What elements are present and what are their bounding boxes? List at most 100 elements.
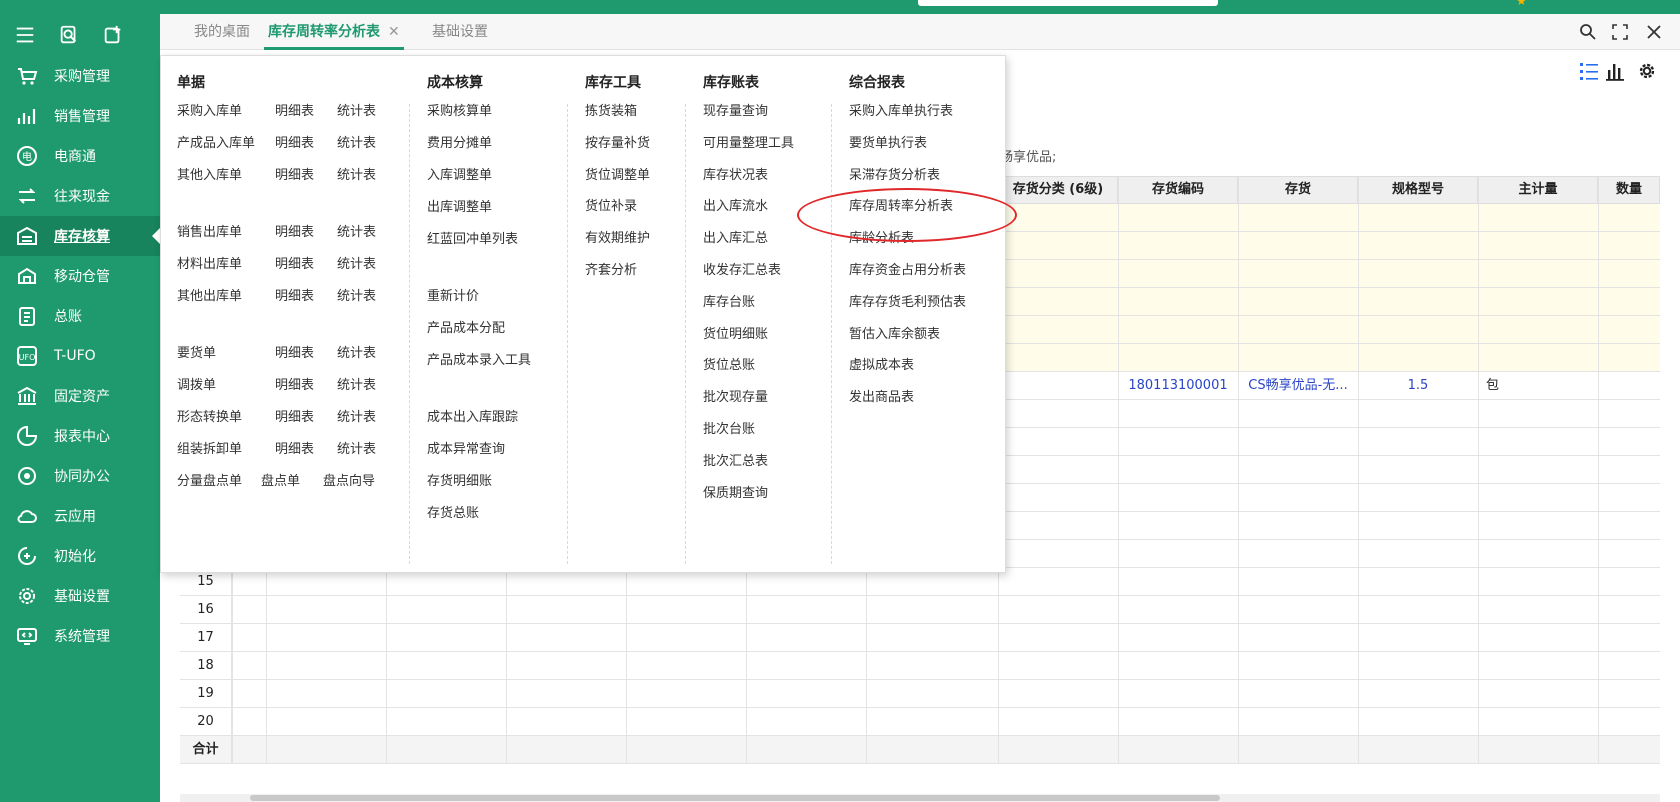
menu-item-bill[interactable]: 材料出库单 <box>177 253 242 272</box>
menu-item-ledger[interactable]: 现存量查询 <box>703 100 768 119</box>
menu-item-ledger[interactable]: 出入库流水 <box>703 195 768 214</box>
table-row[interactable]: 20 <box>180 708 1660 736</box>
col-header-item[interactable]: 存货 <box>1238 176 1358 204</box>
tab-desktop[interactable]: 我的桌面 <box>194 14 250 50</box>
menu-item-tool[interactable]: 按存量补货 <box>585 132 650 151</box>
tab-basic-settings[interactable]: 基础设置 <box>432 14 488 50</box>
menu-item-report[interactable]: 库存资金占用分析表 <box>849 259 966 278</box>
menu-item-ledger[interactable]: 保质期查询 <box>703 482 768 501</box>
close-window-icon[interactable] <box>1644 22 1664 42</box>
menu-item-cost[interactable]: 成本异常查询 <box>427 438 505 457</box>
menu-item-report[interactable]: 库存周转率分析表 <box>849 195 953 214</box>
menu-item-detail[interactable]: 明细表 <box>275 253 314 272</box>
menu-item-cost[interactable]: 红蓝回冲单列表 <box>427 228 518 247</box>
menu-item-report[interactable]: 虚拟成本表 <box>849 354 914 373</box>
menu-item-detail[interactable]: 明细表 <box>275 438 314 457</box>
menu-item-ledger[interactable]: 货位明细账 <box>703 323 768 342</box>
table-row[interactable]: 16 <box>180 596 1660 624</box>
scrollbar-thumb[interactable] <box>250 795 1220 801</box>
menu-item-tool[interactable]: 齐套分析 <box>585 259 637 278</box>
menu-item-stats[interactable]: 统计表 <box>337 100 376 119</box>
sidebar-item-13[interactable]: 基础设置 <box>0 576 160 616</box>
menu-item-stats[interactable]: 统计表 <box>337 406 376 425</box>
cell-item-code[interactable]: 180113100001 <box>1118 372 1238 400</box>
menu-item-ledger[interactable]: 批次汇总表 <box>703 450 768 469</box>
menu-item-report[interactable]: 采购入库单执行表 <box>849 100 953 119</box>
menu-item-bill[interactable]: 分量盘点单 <box>177 470 242 489</box>
menu-item-report[interactable]: 要货单执行表 <box>849 132 927 151</box>
menu-item-stats[interactable]: 统计表 <box>337 438 376 457</box>
close-icon[interactable]: ✕ <box>388 24 400 40</box>
fullscreen-icon[interactable] <box>1610 22 1630 42</box>
menu-item-ledger[interactable]: 库存台账 <box>703 291 755 310</box>
menu-item-detail[interactable]: 明细表 <box>275 285 314 304</box>
search-doc-icon[interactable] <box>58 24 80 46</box>
menu-item-report[interactable]: 呆滞存货分析表 <box>849 164 940 183</box>
star-icon[interactable]: ★ <box>1516 0 1530 8</box>
menu-item-detail[interactable]: 明细表 <box>275 221 314 240</box>
cell-item-unit[interactable]: 包 <box>1486 372 1526 400</box>
menu-item-bill[interactable]: 形态转换单 <box>177 406 242 425</box>
sidebar-item-10[interactable]: 协同办公 <box>0 456 160 496</box>
menu-item-cost[interactable]: 存货总账 <box>427 502 479 521</box>
menu-item-tool[interactable]: 有效期维护 <box>585 227 650 246</box>
menu-item-detail[interactable]: 明细表 <box>275 132 314 151</box>
menu-item-bill[interactable]: 要货单 <box>177 342 216 361</box>
sidebar-item-0[interactable]: 采购管理 <box>0 56 160 96</box>
menu-item-tool[interactable]: 拣货装箱 <box>585 100 637 119</box>
gear-icon[interactable] <box>1636 60 1658 82</box>
sidebar-item-11[interactable]: 云应用 <box>0 496 160 536</box>
search-icon[interactable] <box>1578 22 1598 42</box>
menu-item-ledger[interactable]: 库存状况表 <box>703 164 768 183</box>
menu-item-ledger[interactable]: 出入库汇总 <box>703 227 768 246</box>
menu-item-bill[interactable]: 产成品入库单 <box>177 132 255 151</box>
menu-item-cost[interactable]: 出库调整单 <box>427 196 492 215</box>
menu-item-stats[interactable]: 统计表 <box>337 221 376 240</box>
menu-item-detail[interactable]: 盘点单 <box>261 470 300 489</box>
col-header-unit[interactable]: 主计量 <box>1478 176 1598 204</box>
menu-item-cost[interactable]: 重新计价 <box>427 285 479 304</box>
menu-item-ledger[interactable]: 批次现存量 <box>703 386 768 405</box>
sidebar-item-5[interactable]: 移动仓管 <box>0 256 160 296</box>
menu-item-bill[interactable]: 组装拆卸单 <box>177 438 242 457</box>
menu-item-stats[interactable]: 统计表 <box>337 285 376 304</box>
sidebar-item-14[interactable]: 系统管理 <box>0 616 160 656</box>
sidebar-item-9[interactable]: 报表中心 <box>0 416 160 456</box>
menu-item-ledger[interactable]: 货位总账 <box>703 354 755 373</box>
menu-item-cost[interactable]: 费用分摊单 <box>427 132 492 151</box>
menu-item-stats[interactable]: 统计表 <box>337 132 376 151</box>
menu-item-bill[interactable]: 其他出库单 <box>177 285 242 304</box>
menu-item-cost[interactable]: 入库调整单 <box>427 164 492 183</box>
cell-item-name[interactable]: CS畅享优品-无... <box>1238 372 1358 400</box>
horizontal-scrollbar[interactable] <box>180 794 1660 802</box>
menu-item-ledger[interactable]: 批次台账 <box>703 418 755 437</box>
search-box-edge[interactable] <box>918 0 1218 6</box>
menu-icon[interactable] <box>14 24 36 46</box>
menu-item-stats[interactable]: 统计表 <box>337 342 376 361</box>
menu-item-detail[interactable]: 明细表 <box>275 374 314 393</box>
col-header-spec[interactable]: 规格型号 <box>1358 176 1478 204</box>
menu-item-detail[interactable]: 明细表 <box>275 342 314 361</box>
menu-item-stats[interactable]: 统计表 <box>337 164 376 183</box>
table-row[interactable]: 19 <box>180 680 1660 708</box>
menu-item-report[interactable]: 库存存货毛利预估表 <box>849 291 966 310</box>
menu-item-cost[interactable]: 产品成本分配 <box>427 317 505 336</box>
col-header-category[interactable]: 存货分类 (6级) <box>998 176 1118 204</box>
menu-item-stats[interactable]: 统计表 <box>337 374 376 393</box>
menu-item-bill[interactable]: 采购入库单 <box>177 100 242 119</box>
table-row[interactable]: 18 <box>180 652 1660 680</box>
menu-item-bill[interactable]: 其他入库单 <box>177 164 242 183</box>
sidebar-item-7[interactable]: UFO T-UFO <box>0 336 160 376</box>
menu-item-detail[interactable]: 明细表 <box>275 100 314 119</box>
bar-chart-icon[interactable] <box>1604 60 1626 82</box>
list-view-icon[interactable] <box>1578 60 1600 82</box>
col-header-code[interactable]: 存货编码 <box>1118 176 1238 204</box>
menu-item-stats[interactable]: 盘点向导 <box>323 470 375 489</box>
menu-item-cost[interactable]: 存货明细账 <box>427 470 492 489</box>
sidebar-item-4[interactable]: 库存核算 <box>0 216 160 256</box>
menu-item-cost[interactable]: 采购核算单 <box>427 100 492 119</box>
table-row[interactable]: 17 <box>180 624 1660 652</box>
menu-item-report[interactable]: 发出商品表 <box>849 386 914 405</box>
sidebar-item-1[interactable]: 销售管理 <box>0 96 160 136</box>
sidebar-item-8[interactable]: 固定资产 <box>0 376 160 416</box>
